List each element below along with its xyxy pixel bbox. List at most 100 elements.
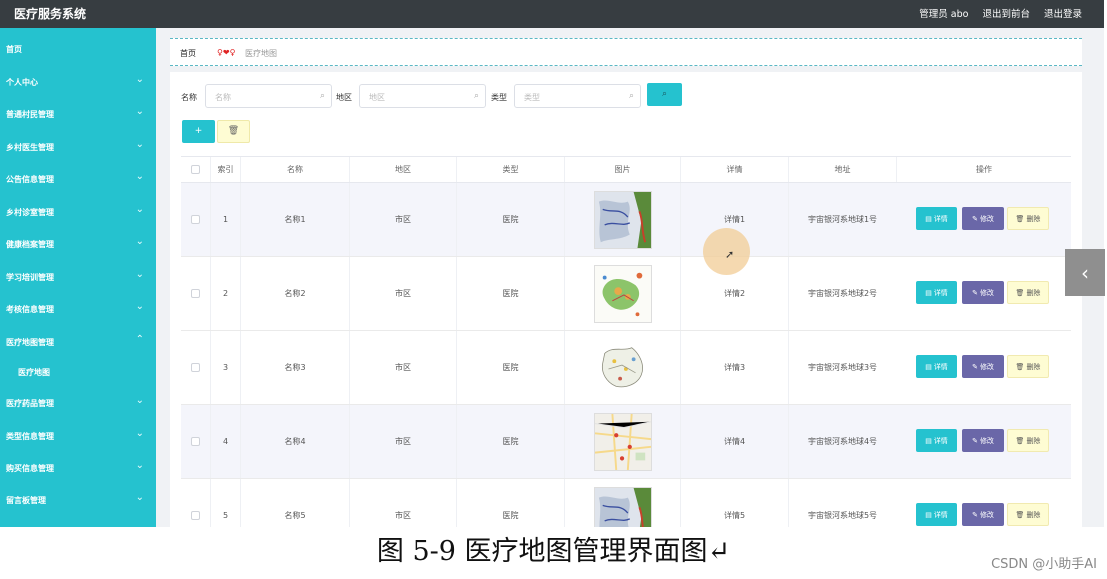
chevron-down-icon: ⌄: [135, 171, 144, 182]
detail-button-label: 详情: [933, 362, 948, 371]
sidebar-item-medicine-management[interactable]: 医疗药品管理 ⌄: [0, 386, 156, 418]
logout-link[interactable]: 退出登录: [1044, 6, 1082, 20]
edit-button[interactable]: ✎ 修改: [962, 429, 1004, 452]
region-filter-label: 地区: [336, 93, 352, 102]
sidebar-item-medical-map[interactable]: 医疗地图: [0, 355, 156, 387]
edit-button-label: 修改: [979, 214, 994, 223]
add-button[interactable]: +: [182, 120, 215, 143]
region-cell: 市区: [349, 479, 456, 527]
trash-icon: 🗑: [1015, 214, 1025, 223]
sidebar-item-medical-map-management[interactable]: 医疗地图管理 ⌃: [0, 325, 156, 357]
delete-button[interactable]: 🗑 删除: [1007, 429, 1049, 452]
chevron-down-icon: ⌄: [135, 301, 144, 312]
breadcrumb: 首页 ♀❤♀ 医疗地图: [170, 38, 1082, 66]
trash-icon: 🗑: [1015, 436, 1025, 445]
name-cell: 名称1: [240, 183, 349, 256]
region-cell: 市区: [349, 405, 456, 478]
sidebar-item-doctor-management[interactable]: 乡村医生管理 ⌄: [0, 130, 156, 162]
sidebar-item-message-board-management[interactable]: 留言板管理 ⌄: [0, 483, 156, 515]
sidebar-item-label: 考核信息管理: [6, 305, 54, 314]
pencil-icon: ✎: [972, 436, 978, 445]
table-row: 4 名称4 市区 医院 详情4 宇宙银河系地球4号 ▤ 详情 ✎ 修改 🗑 删除: [181, 405, 1071, 479]
index-cell: 2: [210, 257, 240, 330]
chevron-up-icon: ⌃: [135, 334, 144, 345]
map-thumbnail-image[interactable]: [593, 264, 652, 323]
row-checkbox[interactable]: [191, 437, 200, 446]
select-all-checkbox[interactable]: [191, 165, 200, 174]
column-header-type: 类型: [456, 157, 564, 182]
row-select-cell: [181, 405, 210, 478]
detail-cell: 详情3: [680, 331, 788, 404]
edit-button[interactable]: ✎ 修改: [962, 503, 1004, 526]
row-select-cell: [181, 183, 210, 256]
sidebar-item-training-management[interactable]: 学习培训管理 ⌄: [0, 260, 156, 292]
row-checkbox[interactable]: [191, 289, 200, 298]
delete-button-label: 删除: [1026, 288, 1041, 297]
detail-button[interactable]: ▤ 详情: [916, 355, 957, 378]
sidebar-item-villager-management[interactable]: 普通村民管理 ⌄: [0, 97, 156, 129]
address-cell: 宇宙银河系地球2号: [788, 257, 896, 330]
row-checkbox[interactable]: [191, 215, 200, 224]
sidebar-item-label: 个人中心: [6, 78, 38, 87]
sidebar-item-label: 乡村医生管理: [6, 143, 54, 152]
region-search-input[interactable]: 地区 ⌕: [359, 84, 486, 108]
detail-button[interactable]: ▤ 详情: [916, 429, 957, 452]
detail-button[interactable]: ▤ 详情: [916, 503, 957, 526]
image-cell: [564, 479, 680, 527]
chevron-down-icon: ⌄: [135, 428, 144, 439]
map-thumbnail-image[interactable]: [593, 486, 652, 528]
edit-button[interactable]: ✎ 修改: [962, 355, 1004, 378]
sidebar-item-notice-management[interactable]: 公告信息管理 ⌄: [0, 162, 156, 194]
delete-button[interactable]: 🗑 删除: [1007, 207, 1049, 230]
app-window: 医疗服务系统 管理员 abo 退出到前台 退出登录 首页 个人中心 ⌄ 普通村民…: [0, 0, 1107, 527]
sidebar-item-type-management[interactable]: 类型信息管理 ⌄: [0, 419, 156, 451]
detail-button-label: 详情: [933, 288, 948, 297]
detail-button[interactable]: ▤ 详情: [916, 207, 957, 230]
region-cell: 市区: [349, 257, 456, 330]
admin-user-link[interactable]: 管理员 abo: [919, 6, 968, 20]
row-checkbox[interactable]: [191, 363, 200, 372]
row-select-cell: [181, 479, 210, 527]
chevron-down-icon: ⌄: [135, 395, 144, 406]
main-content: 首页 ♀❤♀ 医疗地图 名称 名称 ⌕ 地区 地区 ⌕ 类型 类型 ⌕ ⌕ + …: [156, 28, 1104, 527]
sidebar-item-label: 普通村民管理: [6, 110, 54, 119]
name-cell: 名称3: [240, 331, 349, 404]
mouse-pointer-icon: ➚: [725, 248, 735, 261]
side-panel-toggle[interactable]: ‹: [1065, 249, 1105, 296]
sidebar-item-purchase-management[interactable]: 购买信息管理 ⌄: [0, 451, 156, 483]
delete-button[interactable]: 🗑 删除: [1007, 503, 1049, 526]
delete-button[interactable]: 🗑 删除: [1007, 281, 1049, 304]
detail-button-label: 详情: [933, 214, 948, 223]
search-button[interactable]: ⌕: [647, 83, 682, 106]
detail-button[interactable]: ▤ 详情: [916, 281, 957, 304]
content-panel: 名称 名称 ⌕ 地区 地区 ⌕ 类型 类型 ⌕ ⌕ + 🗑 索引 名称 地区 类…: [170, 72, 1082, 527]
sidebar-item-home[interactable]: 首页: [0, 32, 156, 64]
region-input-placeholder: 地区: [369, 93, 385, 102]
type-search-input[interactable]: 类型 ⌕: [514, 84, 641, 108]
pencil-icon: ✎: [972, 288, 978, 297]
map-thumbnail-image[interactable]: [593, 338, 652, 397]
region-cell: 市区: [349, 183, 456, 256]
sidebar-item-personal-center[interactable]: 个人中心 ⌄: [0, 65, 156, 97]
breadcrumb-separator-icon: ♀❤♀: [217, 48, 236, 57]
batch-delete-button[interactable]: 🗑: [217, 120, 250, 143]
sidebar-item-health-record-management[interactable]: 健康档案管理 ⌄: [0, 227, 156, 259]
edit-button[interactable]: ✎ 修改: [962, 207, 1004, 230]
breadcrumb-home[interactable]: 首页: [180, 48, 196, 59]
map-thumbnail-image[interactable]: [593, 412, 652, 471]
exit-to-frontend-link[interactable]: 退出到前台: [982, 6, 1030, 20]
map-thumbnail-image[interactable]: [593, 190, 652, 249]
index-cell: 4: [210, 405, 240, 478]
detail-button-label: 详情: [933, 436, 948, 445]
edit-button[interactable]: ✎ 修改: [962, 281, 1004, 304]
sidebar-item-clinic-management[interactable]: 乡村诊室管理 ⌄: [0, 195, 156, 227]
sidebar-item-label: 首页: [6, 45, 22, 54]
pencil-icon: ✎: [972, 362, 978, 371]
sidebar-item-assessment-management[interactable]: 考核信息管理 ⌄: [0, 292, 156, 324]
column-header-address: 地址: [788, 157, 896, 182]
delete-button[interactable]: 🗑 删除: [1007, 355, 1049, 378]
breadcrumb-current: 医疗地图: [245, 49, 277, 58]
name-search-input[interactable]: 名称 ⌕: [205, 84, 332, 108]
select-all-cell: [181, 157, 210, 182]
row-checkbox[interactable]: [191, 511, 200, 520]
